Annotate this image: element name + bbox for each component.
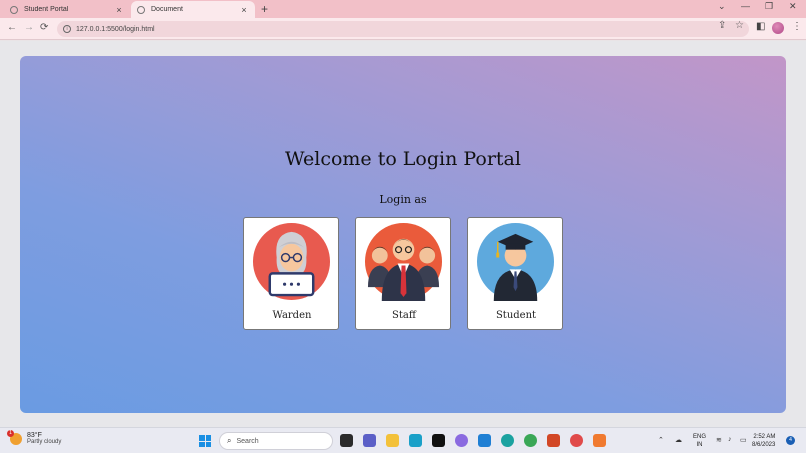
menu-kebab-icon[interactable]: ⋮ <box>792 21 802 32</box>
windows-taskbar: 1 83°F Partly cloudy ⌕ Search ⌃ ☁ ENG IN… <box>0 427 806 453</box>
edge-icon[interactable] <box>501 434 514 447</box>
warden-card[interactable]: Warden <box>243 217 339 330</box>
staff-label: Staff <box>392 310 416 321</box>
new-tab-button[interactable]: + <box>261 2 268 16</box>
graduate-icon <box>476 222 555 301</box>
page-title: Welcome to Login Portal <box>285 148 521 170</box>
staff-group-icon <box>364 222 443 301</box>
back-button[interactable]: ← <box>7 22 17 33</box>
volume-icon[interactable]: ♪ <box>728 436 732 443</box>
tab-title: Document <box>151 6 183 13</box>
globe-icon <box>137 5 145 14</box>
address-bar[interactable]: i 127.0.0.1:5500/login.html <box>57 21 749 37</box>
onedrive-icon[interactable]: ☁ <box>675 436 682 444</box>
taskbar-search[interactable]: ⌕ Search <box>219 432 333 450</box>
warden-avatar-icon <box>252 222 331 301</box>
close-icon[interactable]: × <box>239 5 249 15</box>
task-view-icon[interactable] <box>340 434 353 447</box>
forward-button[interactable]: → <box>24 22 34 33</box>
minimize-button[interactable]: — <box>741 1 750 11</box>
globe-icon <box>10 5 18 14</box>
site-info-icon[interactable]: i <box>63 25 71 33</box>
file-explorer-icon[interactable] <box>386 434 399 447</box>
chrome-icon[interactable] <box>524 434 537 447</box>
close-window-button[interactable]: ✕ <box>789 1 797 12</box>
close-icon[interactable]: × <box>114 5 124 15</box>
page-viewport: Welcome to Login Portal Login as Warden <box>0 41 806 427</box>
student-card[interactable]: Student <box>467 217 563 330</box>
reload-button[interactable]: ⟳ <box>40 22 48 33</box>
language-indicator[interactable]: ENG IN <box>693 433 706 449</box>
search-placeholder: Search <box>236 437 259 445</box>
login-panel: Welcome to Login Portal Login as Warden <box>20 56 786 413</box>
battery-icon[interactable]: ▭ <box>740 436 747 444</box>
tab-student-portal[interactable]: Student Portal × <box>4 1 130 18</box>
vscode-icon[interactable] <box>478 434 491 447</box>
language-code: ENG <box>693 434 707 440</box>
capcut-icon[interactable] <box>432 434 445 447</box>
weather-condition: Partly cloudy <box>27 439 62 445</box>
wifi-icon[interactable]: ≋ <box>716 436 722 444</box>
l-app-icon[interactable] <box>409 434 422 447</box>
clock-date: 8/6/2023 <box>752 442 776 448</box>
tab-document[interactable]: Document × <box>131 1 255 18</box>
weather-icon: 1 <box>7 429 22 445</box>
student-label: Student <box>495 310 537 321</box>
region-code: IN <box>696 442 703 448</box>
profile-avatar[interactable] <box>772 22 784 34</box>
bookmark-star-icon[interactable]: ☆ <box>735 20 744 31</box>
notification-badge[interactable]: 4 <box>786 436 795 445</box>
warden-label: Warden <box>272 310 312 321</box>
chrome-profile-icon[interactable] <box>570 434 583 447</box>
snipping-tool-icon[interactable] <box>593 434 606 447</box>
weather-temp: 83°F <box>27 432 42 439</box>
tray-chevron-icon[interactable]: ⌃ <box>658 436 664 444</box>
weather-widget[interactable]: 1 83°F Partly cloudy <box>7 429 62 445</box>
search-icon: ⌕ <box>227 436 232 445</box>
staff-card[interactable]: Staff <box>355 217 451 330</box>
restore-button[interactable]: ❐ <box>765 1 773 12</box>
login-as-label: Login as <box>379 193 427 206</box>
powerpoint-icon[interactable] <box>547 434 560 447</box>
windows-start-icon[interactable] <box>199 435 211 447</box>
tab-strip: Student Portal × Document × + ⌄ — ❐ ✕ <box>0 0 806 18</box>
teams-chat-icon[interactable] <box>363 434 376 447</box>
share-icon[interactable]: ⇪ <box>718 20 726 31</box>
clock-time: 2:52 AM <box>753 434 776 440</box>
weather-badge: 1 <box>7 429 14 437</box>
clock[interactable]: 2:52 AM 8/6/2023 <box>752 433 775 449</box>
tab-title: Student Portal <box>24 6 69 13</box>
tab-search-icon[interactable]: ⌄ <box>718 1 726 12</box>
browser-toolbar: ← → ⟳ i 127.0.0.1:5500/login.html ⇪ ☆ ◧ … <box>0 18 806 40</box>
url-text: 127.0.0.1:5500/login.html <box>76 25 155 33</box>
copilot-icon[interactable] <box>455 434 468 447</box>
side-panel-icon[interactable]: ◧ <box>756 21 765 32</box>
